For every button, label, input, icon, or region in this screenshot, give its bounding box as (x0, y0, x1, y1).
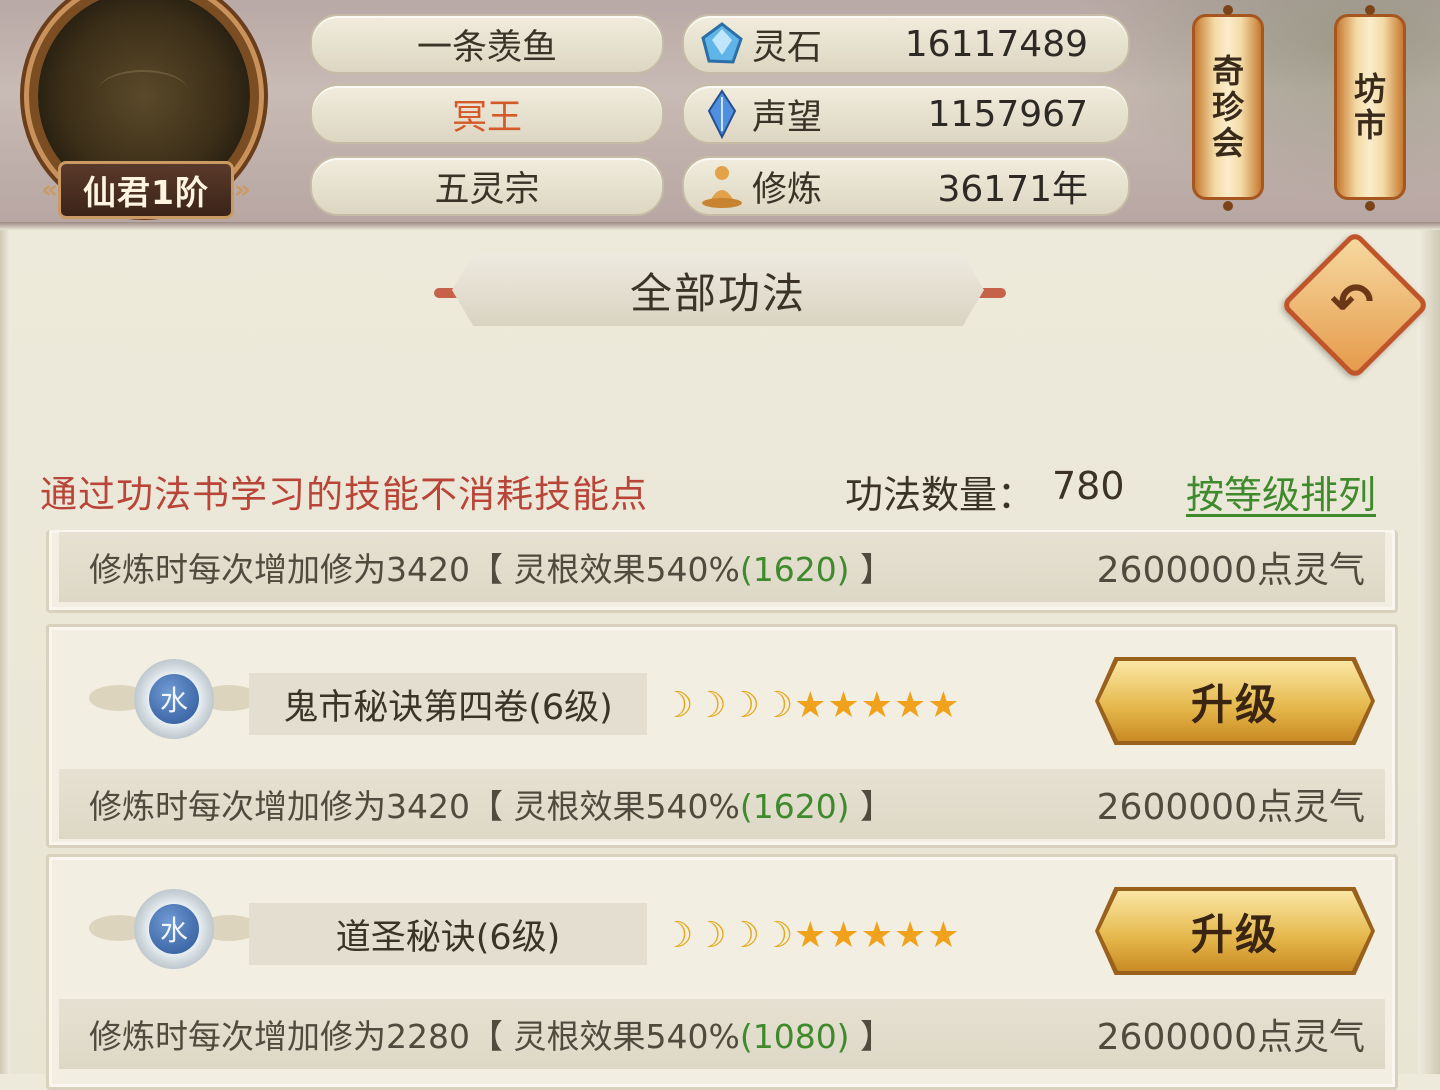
sort-by-level-link[interactable]: 按等级排列 (1186, 464, 1376, 519)
market-button[interactable]: 坊市 (1334, 5, 1406, 211)
market-label: 坊市 (1354, 71, 1386, 143)
skill-cost: 2600000点灵气 (1096, 787, 1365, 828)
rank-badge-label: 仙君1阶 (58, 161, 234, 219)
element-label: 水 (149, 674, 199, 724)
skill-count-value: 780 (1052, 464, 1125, 508)
treasure-hall-label: 奇珍会 (1212, 53, 1244, 161)
skill-notice: 通过功法书学习的技能不消耗技能点 (40, 473, 648, 516)
star-icon: ★ (893, 914, 927, 956)
stat-spirit-stone: 灵石 16117489 (682, 14, 1130, 74)
player-name: 一条羡鱼 (310, 14, 664, 74)
skill-cost: 2600000点灵气 (1096, 550, 1365, 591)
scroll-char: 珍 (1211, 88, 1244, 126)
skill-cost: 2600000点灵气 (1096, 1017, 1365, 1058)
top-bar: « 仙君1阶 » 一条羡鱼 冥王 五灵宗 灵石 16117489 声望 1157… (0, 0, 1440, 226)
star-icon: ★ (860, 684, 893, 726)
panel-frame (1418, 230, 1440, 1074)
meditation-icon (692, 158, 752, 214)
stat-value: 1157967 (927, 93, 1088, 135)
treasure-hall-button[interactable]: 奇珍会 (1192, 5, 1264, 211)
divider (0, 222, 1440, 230)
upgrade-button[interactable]: 升级 (1099, 891, 1371, 971)
player-title: 冥王 (310, 84, 664, 144)
skill-description: 修炼时每次增加修为3420【 灵根效果540%(1620) 】 (89, 787, 894, 826)
skill-card: 水 道圣秘诀(6级) ☽ ☽ ☽ ☽ ★ ★ ★ ★ ★ 升级 修炼时每次增加修为2280【 灵… (46, 854, 1398, 1090)
scroll-knob (1365, 5, 1375, 15)
moon-icon: ☽ (694, 684, 727, 726)
moon-icon: ☽ (727, 914, 760, 956)
water-element-icon: 水 (79, 881, 269, 977)
skill-card: 水 鬼市秘诀第四卷(6级) ☽ ☽ ☽ ☽ ★ ★ ★ ★ ★ 升级 修炼时每次增加修为3420… (46, 624, 1398, 848)
moon-icon: ☽ (760, 914, 794, 956)
scroll-knob (1365, 201, 1375, 211)
prestige-crystal-icon (692, 86, 752, 142)
element-label: 水 (149, 904, 199, 954)
scroll-knob (1223, 201, 1233, 211)
panel-title: 全部功法 (452, 254, 984, 326)
skill-description: 修炼时每次增加修为3420【 灵根效果540%(1620) 】 (89, 550, 894, 589)
scroll-char: 会 (1211, 124, 1244, 162)
scroll-char: 奇 (1211, 52, 1244, 90)
back-arrow-icon[interactable]: ↶ (1312, 268, 1392, 338)
skill-grade-stars: ☽ ☽ ☽ ☽ ★ ★ ★ ★ ★ (661, 677, 961, 733)
scroll-char: 市 (1353, 106, 1386, 144)
chevron-right-icon: » (233, 175, 251, 205)
skill-name: 道圣秘诀(6级) (249, 903, 647, 965)
stat-value: 36171年 (937, 169, 1088, 210)
spirit-stone-icon (692, 16, 752, 72)
skill-card: 修炼时每次增加修为3420【 灵根效果540%(1620) 】 2600000点… (46, 530, 1398, 613)
rank-badge: « 仙君1阶 » (36, 161, 256, 219)
skill-description-row: 修炼时每次增加修为3420【 灵根效果540%(1620) 】 2600000点… (59, 532, 1385, 602)
star-icon: ★ (927, 684, 960, 726)
panel-frame (0, 230, 10, 1074)
scroll-knob (1223, 5, 1233, 15)
skill-description: 修炼时每次增加修为2280【 灵根效果540%(1080) 】 (89, 1017, 894, 1056)
stat-label: 修炼 (752, 169, 823, 210)
star-icon: ★ (860, 914, 893, 956)
moon-icon: ☽ (760, 684, 794, 726)
skill-name: 鬼市秘诀第四卷(6级) (249, 673, 647, 735)
star-icon: ★ (927, 914, 960, 956)
stat-cultivation: 修炼 36171年 (682, 156, 1130, 216)
avatar-texture (98, 70, 188, 112)
water-element-icon: 水 (79, 651, 269, 747)
skill-grade-stars: ☽ ☽ ☽ ☽ ★ ★ ★ ★ ★ (661, 907, 961, 963)
stat-label: 灵石 (752, 27, 823, 68)
moon-icon: ☽ (661, 684, 694, 726)
chevron-left-icon: « (41, 175, 59, 205)
moon-icon: ☽ (727, 684, 760, 726)
orb-ring: 水 (134, 659, 214, 739)
scroll-char: 坊 (1353, 70, 1386, 108)
star-icon: ★ (893, 684, 927, 726)
star-icon: ★ (794, 914, 827, 956)
star-icon: ★ (827, 914, 860, 956)
stat-value: 16117489 (904, 23, 1088, 65)
star-icon: ★ (794, 684, 827, 726)
orb-ring: 水 (134, 889, 214, 969)
skill-count-label: 功法数量： (845, 473, 1036, 517)
skill-description-row: 修炼时每次增加修为2280【 灵根效果540%(1080) 】 2600000点… (59, 999, 1385, 1069)
skill-description-row: 修炼时每次增加修为3420【 灵根效果540%(1620) 】 2600000点… (59, 769, 1385, 839)
star-icon: ★ (827, 684, 860, 726)
stat-label: 声望 (752, 97, 823, 138)
moon-icon: ☽ (661, 914, 694, 956)
upgrade-button[interactable]: 升级 (1099, 661, 1371, 741)
moon-icon: ☽ (694, 914, 727, 956)
player-sect: 五灵宗 (310, 156, 664, 216)
stat-prestige: 声望 1157967 (682, 84, 1130, 144)
